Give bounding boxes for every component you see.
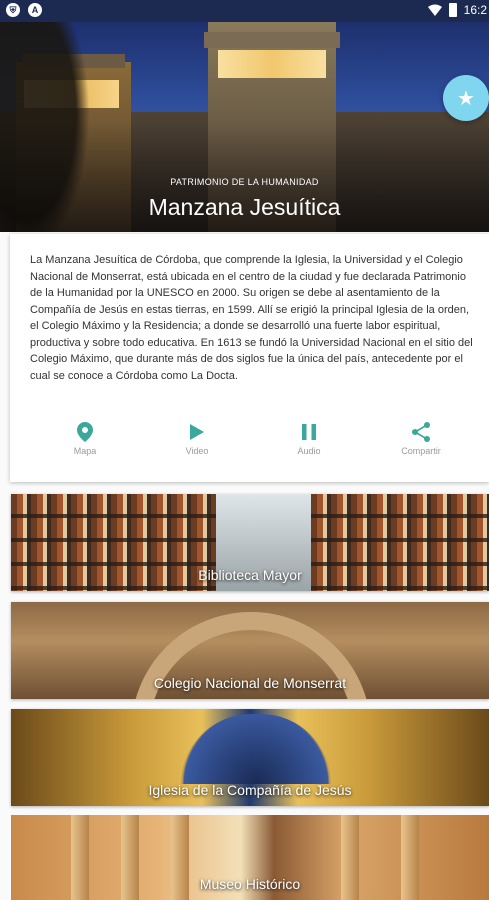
description-card: La Manzana Jesuítica de Córdoba, que com… (10, 234, 489, 482)
action-bar: Mapa Video Audio Compartir (10, 422, 489, 462)
place-label: Iglesia de la Compañía de Jesús (148, 782, 352, 798)
place-card-colegio[interactable]: Colegio Nacional de Monserrat (11, 602, 489, 699)
video-label: Video (185, 446, 209, 456)
favorite-button[interactable]: ★ (443, 75, 489, 121)
star-icon: ★ (457, 87, 475, 110)
video-button[interactable]: Video (157, 422, 237, 456)
a-icon: A (28, 3, 42, 17)
battery-icon (448, 3, 457, 17)
wifi-icon (427, 4, 442, 16)
map-pin-icon (77, 422, 93, 442)
hero-kicker: PATRIMONIO DE LA HUMANIDAD (170, 177, 319, 187)
place-label: Biblioteca Mayor (198, 567, 302, 583)
share-icon (412, 422, 430, 442)
description-text: La Manzana Jesuítica de Córdoba, que com… (30, 254, 473, 382)
place-card-museo[interactable]: Museo Histórico (11, 815, 489, 900)
status-time: 16:2 (463, 3, 487, 17)
place-card-biblioteca[interactable]: Biblioteca Mayor (11, 494, 489, 591)
place-card-iglesia[interactable]: Iglesia de la Compañía de Jesús (11, 709, 489, 806)
play-icon (190, 424, 204, 440)
share-button[interactable]: Compartir (381, 422, 461, 456)
map-button[interactable]: Mapa (45, 422, 125, 456)
map-label: Mapa (73, 446, 97, 456)
place-label: Colegio Nacional de Monserrat (153, 675, 347, 691)
status-bar: ⛨ A 16:2 (0, 0, 489, 22)
place-label: Museo Histórico (199, 876, 301, 892)
shield-icon: ⛨ (6, 3, 20, 17)
audio-button[interactable]: Audio (269, 422, 349, 456)
audio-label: Audio (297, 446, 321, 456)
pause-icon (302, 424, 316, 440)
page-title: Manzana Jesuítica (148, 194, 341, 220)
share-label: Compartir (401, 446, 441, 456)
hero-image: PATRIMONIO DE LA HUMANIDAD Manzana Jesuí… (0, 22, 489, 232)
